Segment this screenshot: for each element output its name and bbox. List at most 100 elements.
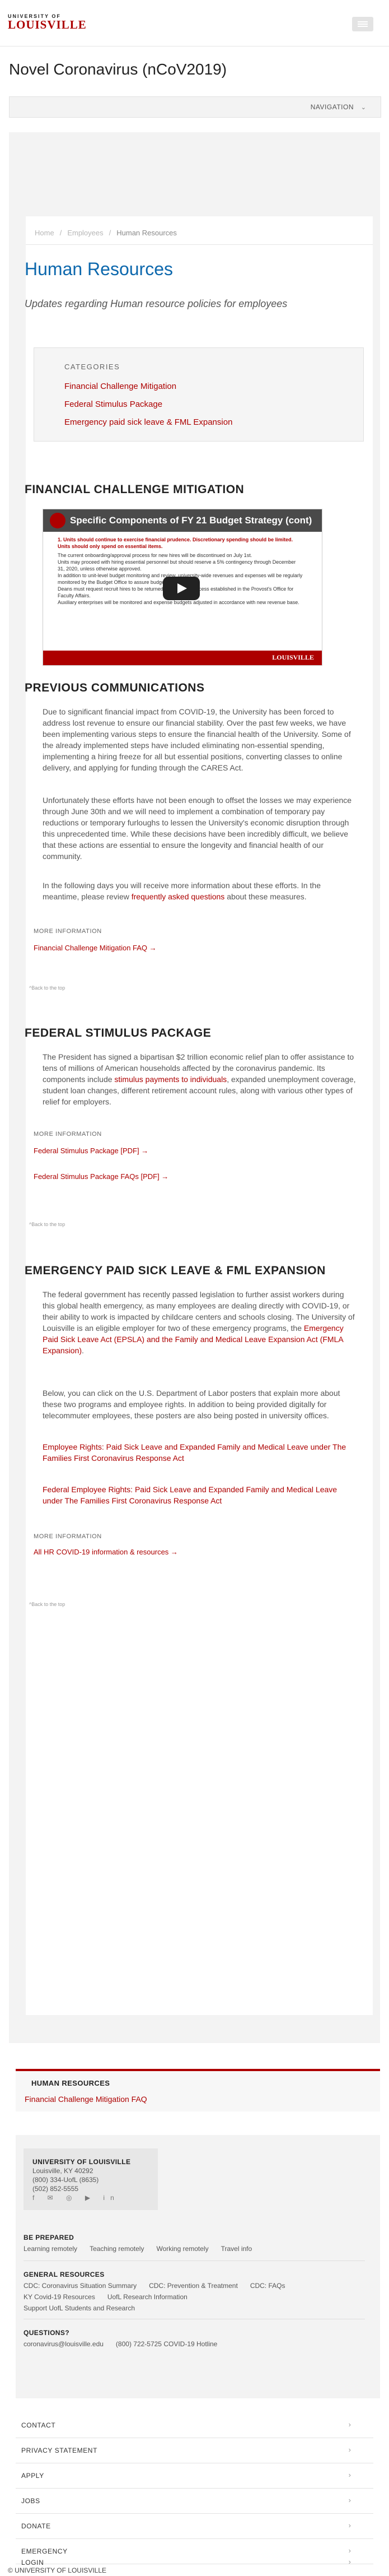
categories-heading: CATEGORIES [64,363,120,371]
divider [26,244,373,245]
chevron-right-icon: › [348,2445,351,2454]
site-title[interactable]: Novel Coronavirus (nCoV2019) [9,61,227,78]
section-heading-previous: PREVIOUS COMMUNICATIONS [25,681,205,694]
chevron-right-icon: › [348,2471,351,2479]
uofl-seal-icon [50,513,65,528]
play-icon[interactable] [163,577,200,600]
footer-link[interactable]: CDC: Coronavirus Situation Summary [24,2282,137,2290]
back-to-top-link[interactable]: ^Back to the top [29,1602,65,1607]
general-resources-row: Support UofL Students and Research [24,2304,147,2312]
stimulus-faq-pdf-link[interactable]: Federal Stimulus Package FAQs [PDF] → [34,1172,168,1181]
footer-link[interactable]: CDC: Prevention & Treatment [149,2282,238,2290]
paragraph: The President has signed a bipartisan $2… [43,1051,356,1107]
chevron-right-icon: › [348,2558,351,2566]
section-heading-sick-leave: EMERGENCY PAID SICK LEAVE & FML EXPANSIO… [25,1264,326,1277]
video-slide-heading: 1. Units should continue to exercise fin… [58,537,293,549]
paragraph-text: about these measures. [224,892,307,901]
paragraph: Due to significant financial impact from… [43,707,351,772]
page-title: Human Resources [25,259,173,279]
paragraph: Unfortunately these efforts have not bee… [43,796,352,861]
footer-row-label: LOGIN [21,2559,44,2566]
social-icons[interactable]: f ✉ ◎ ▶ in [32,2193,158,2202]
breadcrumb-employees[interactable]: Employees [67,229,103,237]
hamburger-icon-bar [358,24,368,25]
stimulus-pdf-link[interactable]: Federal Stimulus Package [PDF] → [34,1147,148,1155]
site-footer: UNIVERSITY OF LOUISVILLE Louisville, KY … [0,2135,389,2576]
copyright: © UNIVERSITY OF LOUISVILLE [8,2566,107,2574]
footer-row-label: APPLY [21,2472,44,2480]
chevron-down-icon: ⌄ [360,104,366,111]
back-to-top-link[interactable]: ^Back to the top [29,985,65,991]
footer-org: UNIVERSITY OF LOUISVILLE [32,2158,131,2166]
footer-link[interactable]: UofL Research Information [107,2293,188,2301]
breadcrumb-home[interactable]: Home [35,229,54,237]
section-heading-financial: FINANCIAL CHALLENGE MITIGATION [25,483,245,496]
category-link-sick-leave[interactable]: Emergency paid sick leave & FML Expansio… [64,417,232,427]
hr-covid-resources-link[interactable]: All HR COVID-19 information & resources … [34,1548,178,1556]
paragraph: Below, you can click on the U.S. Departm… [43,1389,340,1420]
section-heading-stimulus: FEDERAL STIMULUS PACKAGE [25,1027,212,1039]
footer-row-label: DONATE [21,2522,51,2530]
questions-heading: QUESTIONS? [24,2329,70,2337]
footer-row-privacy[interactable]: PRIVACY STATEMENT › [16,2438,373,2463]
contact-email-link[interactable]: coronavirus@louisville.edu [24,2340,104,2348]
video-bullet: The current onboarding/approval process … [58,553,252,558]
footer-row-label: EMERGENCY [21,2547,68,2555]
general-resources-row: KY Covid-19 Resources UofL Research Infor… [24,2293,200,2301]
footer-row-label: CONTACT [21,2421,56,2429]
more-info-label: MORE INFORMATION [34,928,102,935]
footer-row-jobs[interactable]: JOBS › [16,2489,373,2514]
more-info-label: MORE INFORMATION [34,1131,102,1138]
menu-button[interactable] [352,17,373,31]
footer-phone[interactable]: (502) 852-5555 [32,2184,158,2193]
footer-link[interactable]: Working remotely [156,2245,208,2253]
footer-row-label: JOBS [21,2497,40,2505]
related-faq-link[interactable]: Financial Challenge Mitigation FAQ [25,2095,147,2104]
financial-faq-link[interactable]: Financial Challenge Mitigation FAQ → [34,944,157,952]
footer-row-contact[interactable]: CONTACT › [16,2413,373,2438]
footer-link[interactable]: CDC: FAQs [250,2282,285,2290]
video-title: Specific Components of FY 21 Budget Stra… [70,515,312,526]
related-links-box: HUMAN RESOURCES Financial Challenge Miti… [16,2069,380,2111]
footer-row-apply[interactable]: APPLY › [16,2463,373,2489]
employee-rights-poster-link[interactable]: Employee Rights: Paid Sick Leave and Exp… [43,1442,346,1463]
category-link-stimulus[interactable]: Federal Stimulus Package [64,400,162,409]
poster-paragraph: Employee Rights: Paid Sick Leave and Exp… [43,1441,356,1464]
footer-link[interactable]: KY Covid-19 Resources [24,2293,95,2301]
logo-line2: LOUISVILLE [8,18,87,31]
more-info-label: MORE INFORMATION [34,1533,102,1540]
stimulus-payments-link[interactable]: stimulus payments to individuals [114,1075,227,1084]
categories-box: CATEGORIES Financial Challenge Mitigatio… [34,347,364,442]
federal-employee-rights-poster-link[interactable]: Federal Employee Rights: Paid Sick Leave… [43,1485,337,1505]
back-to-top-link[interactable]: ^Back to the top [29,1222,65,1227]
video-footer: LOUISVILLE [43,651,322,665]
footer-row-donate[interactable]: DONATE › [16,2514,373,2539]
breadcrumb-current: Human Resources [116,229,177,237]
video-footer-logo: LOUISVILLE [272,653,314,661]
uofl-logo[interactable]: UNIVERSITY OF LOUISVILLE [8,13,87,32]
navigation-label: NAVIGATION [310,103,354,111]
questions-row: coronavirus@louisville.edu (800) 722-5725… [24,2340,229,2348]
breadcrumb-separator: / [109,229,111,237]
footer-address: Louisville, KY 40292 [32,2167,93,2175]
footer-link[interactable]: Travel info [221,2245,252,2253]
footer-phone[interactable]: (800) 334-UofL (8635) [32,2175,158,2184]
paragraph: In the following days you will receive m… [43,880,356,902]
paragraph-text: . [82,1346,84,1355]
hamburger-icon [358,21,368,22]
footer-link[interactable]: Support UofL Students and Research [24,2304,135,2312]
hotline-text[interactable]: (800) 722-5725 COVID-19 Hotline [116,2340,217,2348]
chevron-right-icon: › [348,2521,351,2529]
faq-link[interactable]: frequently asked questions [132,892,225,901]
chevron-right-icon: › [348,2546,351,2555]
category-link-financial[interactable]: Financial Challenge Mitigation [64,382,176,391]
poster-paragraph: Federal Employee Rights: Paid Sick Leave… [43,1484,356,1506]
navigation-bar[interactable]: NAVIGATION ⌄ [9,96,381,118]
footer-link[interactable]: Teaching remotely [90,2245,144,2253]
footer-link[interactable]: Learning remotely [24,2245,77,2253]
paragraph: The federal government has recently pass… [43,1289,356,1356]
breadcrumb-separator: / [59,229,62,237]
video-player[interactable]: Specific Components of FY 21 Budget Stra… [43,509,322,666]
be-prepared-heading: BE PREPARED [24,2234,74,2241]
be-prepared-links: Learning remotely Teaching remotely Workin… [24,2245,264,2253]
